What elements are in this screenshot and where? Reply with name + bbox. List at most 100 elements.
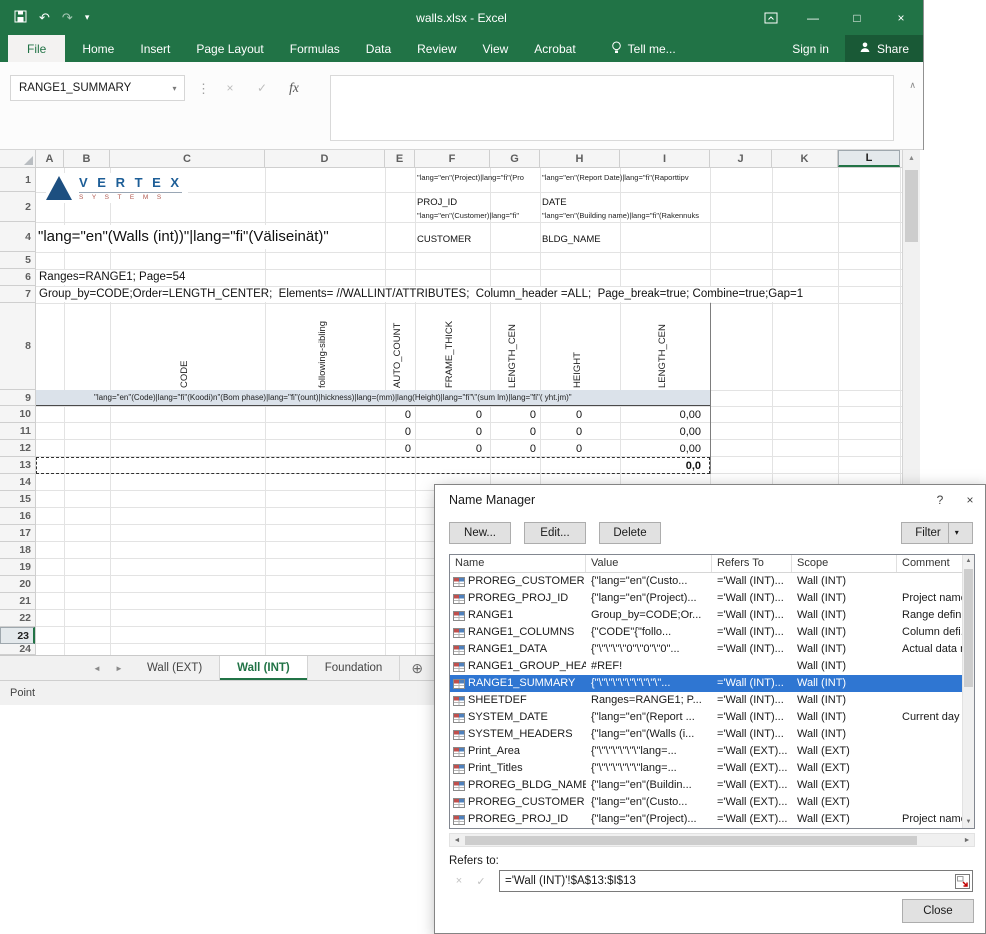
row-header[interactable]: 5 [0, 252, 35, 269]
name-manager-row[interactable]: SHEETDEF Ranges=RANGE1; P... ='Wall (INT… [450, 692, 964, 709]
cell-value[interactable]: 0 [416, 425, 488, 440]
rotated-header-following-sibling[interactable]: following-sibling [317, 306, 333, 388]
row-header[interactable]: 17 [0, 525, 35, 542]
list-vertical-scrollbar[interactable]: ▲ ▼ [962, 555, 974, 828]
name-manager-row[interactable]: SYSTEM_DATE {"lang="en"(Report ... ='Wal… [450, 709, 964, 726]
minimize-button[interactable]: — [791, 0, 835, 35]
column-header[interactable]: B [64, 150, 110, 167]
close-dialog-button[interactable]: Close [902, 899, 974, 923]
cell-value[interactable]: 0 [491, 442, 539, 457]
row-header[interactable]: 10 [0, 406, 35, 423]
name-manager-row[interactable]: PROREG_CUSTOMER {"lang="en"(Custo... ='W… [450, 573, 964, 590]
refers-enter-icon[interactable]: ✓ [471, 871, 491, 891]
row-header[interactable]: 15 [0, 491, 35, 508]
name-manager-row[interactable]: PROREG_PROJ_ID {"lang="en"(Project)... =… [450, 590, 964, 607]
cell-bldg-name[interactable]: BLDG_NAME [542, 234, 601, 246]
refers-cancel-icon[interactable]: × [449, 871, 469, 891]
cancel-icon[interactable]: × [218, 75, 242, 101]
name-manager-row[interactable]: SYSTEM_HEADERS {"lang="en"(Walls (i... =… [450, 726, 964, 743]
range-select-icon[interactable] [955, 874, 970, 889]
tab-review[interactable]: Review [404, 35, 469, 62]
column-header-scope[interactable]: Scope [792, 555, 897, 572]
cell-customer[interactable]: CUSTOMER [417, 234, 471, 246]
tab-insert[interactable]: Insert [127, 35, 183, 62]
sheet-tab-wall-int[interactable]: Wall (INT) [220, 656, 308, 680]
name-box[interactable]: RANGE1_SUMMARY ▾ [10, 75, 185, 101]
cell-value[interactable]: 0,00 [621, 425, 709, 440]
row-header[interactable]: 20 [0, 576, 35, 593]
name-manager-row[interactable]: PROREG_PROJ_ID {"lang="en"(Project)... =… [450, 811, 964, 828]
hscroll-right-icon[interactable]: ► [960, 834, 974, 846]
tab-view[interactable]: View [470, 35, 522, 62]
row-header[interactable]: 7 [0, 286, 35, 303]
rotated-header-length-cen-2[interactable]: LENGTH_CEN [657, 306, 673, 388]
filter-button[interactable]: Filter ▾ [901, 522, 973, 544]
cell-date[interactable]: DATE [542, 197, 567, 209]
scrollbar-thumb[interactable] [905, 170, 918, 242]
row-header[interactable]: 18 [0, 542, 35, 559]
hscroll-left-icon[interactable]: ◄ [450, 834, 464, 846]
column-header[interactable]: C [110, 150, 265, 167]
cell-value[interactable]: 0,00 [621, 442, 709, 457]
row-header[interactable]: 6 [0, 269, 35, 286]
column-header[interactable]: G [490, 150, 540, 167]
column-header[interactable]: D [265, 150, 385, 167]
sign-in-button[interactable]: Sign in [776, 35, 845, 62]
rotated-header-frame-thick[interactable]: FRAME_THICK [444, 306, 460, 388]
row-header[interactable]: 22 [0, 610, 35, 627]
cell-value[interactable]: 0 [491, 408, 539, 423]
delete-button[interactable]: Delete [599, 522, 661, 544]
cell-value[interactable]: 0 [386, 442, 413, 457]
name-manager-row[interactable]: Print_Area {"\"\"\"\"\"\"lang=... ='Wall… [450, 743, 964, 760]
column-header[interactable]: E [385, 150, 415, 167]
column-header[interactable]: I [620, 150, 710, 167]
row-header[interactable]: 8 [0, 303, 35, 390]
rotated-header-length-cen-1[interactable]: LENGTH_CEN [507, 306, 523, 388]
cell-value[interactable]: 0 [541, 408, 617, 423]
rotated-header-code[interactable]: CODE [179, 306, 195, 388]
sheet-tab-wall-ext[interactable]: Wall (EXT) [130, 656, 220, 680]
select-all-corner[interactable] [0, 150, 36, 167]
cell-h3[interactable]: "lang="en"(Building name)|lang="fi"(Rake… [542, 211, 710, 221]
dialog-title-bar[interactable]: Name Manager ? × [435, 485, 985, 515]
new-button[interactable]: New... [449, 522, 511, 544]
name-manager-row[interactable]: PROREG_CUSTOMER {"lang="en"(Custo... ='W… [450, 794, 964, 811]
column-header[interactable]: A [36, 150, 64, 167]
formula-bar-collapse-icon[interactable]: ∧ [909, 80, 916, 91]
rotated-header-auto-count[interactable]: AUTO_COUNT [392, 306, 408, 388]
insert-function-icon[interactable]: fx [282, 75, 306, 101]
tab-file[interactable]: File [8, 35, 65, 62]
name-manager-row[interactable]: RANGE1_DATA {"\"\"\"\"0"\"0"\"0"... ='Wa… [450, 641, 964, 658]
name-manager-row[interactable]: RANGE1_SUMMARY {"\"\"\"\"\"\"\"\"\"... =… [450, 675, 964, 692]
cell-sheet-title[interactable]: "lang="en"(Walls (int))"|lang="fi"(Välis… [38, 225, 329, 249]
dialog-close-icon[interactable]: × [955, 485, 985, 515]
cell-value[interactable]: 0 [491, 425, 539, 440]
list-scroll-down-icon[interactable]: ▼ [963, 819, 974, 825]
cell-value[interactable]: 0 [386, 425, 413, 440]
row-header[interactable]: 19 [0, 559, 35, 576]
tab-page-layout[interactable]: Page Layout [183, 35, 276, 62]
cell-f1[interactable]: "lang="en"(Project)|lang="fi"(Pro [417, 173, 540, 183]
row-header[interactable]: 9 [0, 390, 35, 406]
help-icon[interactable]: ? [925, 485, 955, 515]
list-horizontal-scrollbar[interactable]: ◄ ► [449, 833, 975, 847]
cell-value[interactable]: 0 [416, 442, 488, 457]
sheet-nav-right-icon[interactable]: ► [108, 656, 130, 680]
column-header-value[interactable]: Value [586, 555, 712, 572]
cell-value[interactable]: 0 [386, 408, 413, 423]
tab-data[interactable]: Data [353, 35, 404, 62]
tab-home[interactable]: Home [69, 35, 127, 62]
row-header[interactable]: 16 [0, 508, 35, 525]
column-header[interactable]: F [415, 150, 490, 167]
cell-proj-id[interactable]: PROJ_ID [417, 197, 457, 209]
column-header[interactable]: H [540, 150, 620, 167]
undo-icon[interactable]: ↶ [39, 11, 50, 24]
hscrollbar-thumb[interactable] [465, 836, 917, 845]
vertex-logo[interactable]: V E R T E X S Y S T E M S [46, 173, 188, 203]
cell-value[interactable]: 0 [541, 442, 617, 457]
column-header-selected[interactable]: L [838, 150, 900, 167]
column-header-comment[interactable]: Comment [897, 555, 964, 572]
cell-row6-definition[interactable]: Ranges=RANGE1; Page=54 [39, 270, 185, 285]
name-manager-row[interactable]: RANGE1_COLUMNS {"CODE"{"follo... ='Wall … [450, 624, 964, 641]
cell-row9-header-band[interactable]: "lang="en"(Code)|lang="fi"(Koodi)n"(Bom … [36, 390, 710, 406]
